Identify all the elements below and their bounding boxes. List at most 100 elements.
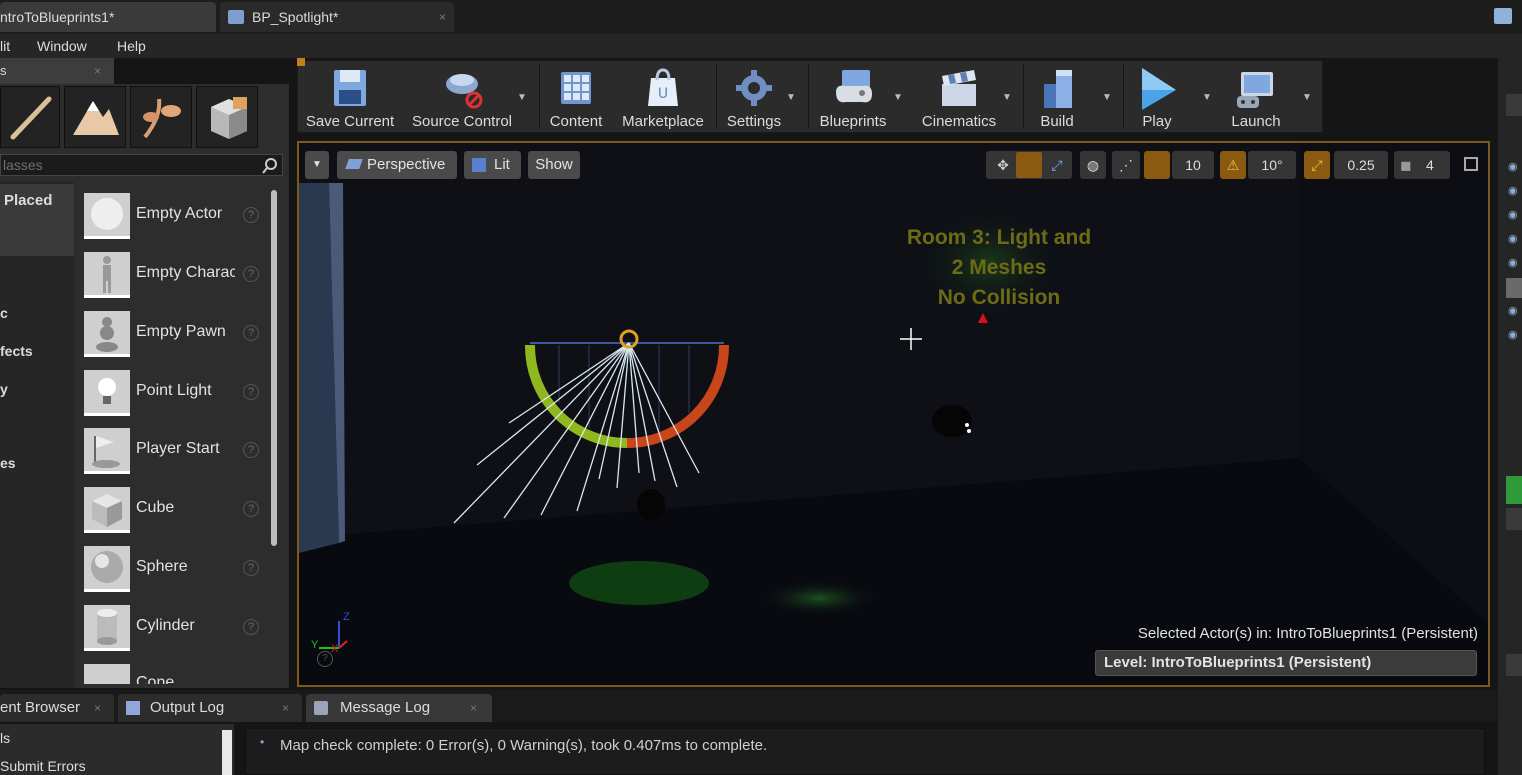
doc-tab-spotlight[interactable]: BP_Spotlight* × bbox=[220, 2, 454, 32]
cinematics-button[interactable]: Cinematics bbox=[916, 62, 1002, 132]
level-viewport[interactable]: Room 3: Light and 2 Meshes No Collision … bbox=[297, 141, 1490, 687]
build-button[interactable]: Build bbox=[1028, 62, 1086, 132]
grid-snap-value[interactable]: 10 bbox=[1172, 151, 1214, 179]
rotate-icon[interactable] bbox=[1016, 152, 1042, 178]
foliage-mode-button[interactable] bbox=[130, 86, 192, 148]
tab-message-log[interactable]: Message Log × bbox=[306, 694, 492, 722]
window-icon[interactable] bbox=[1494, 8, 1512, 24]
add-component-button[interactable] bbox=[1506, 476, 1522, 504]
transform-tools[interactable]: ✥ ⤢ bbox=[986, 151, 1072, 179]
play-button[interactable]: Play bbox=[1128, 62, 1186, 132]
menu-edit[interactable]: lit bbox=[0, 34, 10, 58]
eye-icon[interactable]: ◉ bbox=[1508, 256, 1518, 269]
eye-icon[interactable]: ◉ bbox=[1508, 328, 1518, 341]
details-search-input[interactable] bbox=[1506, 508, 1522, 530]
selected-row[interactable] bbox=[1506, 278, 1522, 298]
tab-output-log[interactable]: Output Log × bbox=[118, 694, 302, 722]
chevron-down-icon[interactable]: ▼ bbox=[1202, 92, 1212, 103]
chevron-down-icon[interactable]: ▼ bbox=[786, 92, 796, 103]
move-icon[interactable]: ✥ bbox=[990, 151, 1016, 179]
toolbar-separator bbox=[539, 64, 540, 128]
scale-icon[interactable]: ⤢ bbox=[1044, 151, 1070, 179]
content-button[interactable]: Content bbox=[544, 62, 608, 132]
save-current-button[interactable]: Save Current bbox=[302, 62, 398, 132]
camera-speed[interactable]: ◼ 4 bbox=[1394, 151, 1450, 179]
chevron-down-icon[interactable]: ▼ bbox=[517, 92, 527, 103]
button-label: Settings bbox=[726, 113, 782, 130]
category-all-classes[interactable]: es bbox=[0, 455, 16, 471]
outliner-search-input[interactable] bbox=[1506, 94, 1522, 116]
close-icon[interactable]: × bbox=[94, 58, 101, 84]
modes-tab[interactable]: s × bbox=[0, 58, 114, 84]
lit-button[interactable]: Lit bbox=[464, 151, 521, 179]
rotation-snap-value[interactable]: 10° bbox=[1248, 151, 1296, 179]
help-icon[interactable]: ? bbox=[243, 266, 259, 282]
blueprints-button[interactable]: Blueprints bbox=[812, 62, 894, 132]
list-item-label[interactable]: Cube bbox=[136, 499, 235, 517]
viewport-options-button[interactable]: ▼ bbox=[305, 151, 329, 179]
eye-icon[interactable]: ◉ bbox=[1508, 232, 1518, 245]
paint-mode-button[interactable] bbox=[0, 86, 60, 148]
marketplace-button[interactable]: U Marketplace bbox=[614, 62, 712, 132]
surface-snap-icon[interactable]: ⋰ bbox=[1112, 151, 1140, 179]
help-icon[interactable]: ? bbox=[243, 442, 259, 458]
eye-icon[interactable]: ◉ bbox=[1508, 208, 1518, 221]
list-item-label[interactable]: Cylinder bbox=[136, 617, 235, 635]
list-item-label[interactable]: Empty Charac bbox=[136, 264, 235, 282]
log-scrollbar[interactable] bbox=[222, 730, 232, 775]
help-icon[interactable]: ? bbox=[243, 501, 259, 517]
log-category-item[interactable]: ls bbox=[0, 730, 10, 746]
list-item-label[interactable]: Point Light bbox=[136, 382, 235, 400]
show-button[interactable]: Show bbox=[528, 151, 580, 179]
class-search-input[interactable]: lasses bbox=[0, 154, 283, 176]
chevron-down-icon[interactable]: ▼ bbox=[1302, 92, 1312, 103]
help-icon[interactable]: ? bbox=[243, 619, 259, 635]
category-basic[interactable]: c bbox=[0, 305, 8, 321]
help-icon[interactable]: ? bbox=[243, 325, 259, 341]
scale-snap-icon[interactable]: ⤢ bbox=[1304, 151, 1330, 179]
landscape-mode-button[interactable] bbox=[64, 86, 126, 148]
menu-window[interactable]: Window bbox=[37, 34, 87, 58]
perspective-button[interactable]: Perspective bbox=[337, 151, 457, 179]
eye-icon[interactable]: ◉ bbox=[1508, 304, 1518, 317]
details-search-input-2[interactable] bbox=[1506, 654, 1522, 676]
help-icon[interactable]: ? bbox=[243, 207, 259, 223]
clapperboard-icon bbox=[942, 70, 976, 106]
help-icon[interactable]: ? bbox=[317, 651, 333, 667]
tab-content-browser[interactable]: ent Browser × bbox=[0, 694, 114, 722]
close-icon[interactable]: × bbox=[94, 694, 101, 722]
menu-help[interactable]: Help bbox=[117, 34, 146, 58]
close-icon[interactable]: × bbox=[470, 694, 477, 722]
scale-snap-value[interactable]: 0.25 bbox=[1334, 151, 1388, 179]
list-item-label[interactable]: Empty Actor bbox=[136, 205, 235, 223]
help-icon[interactable]: ? bbox=[243, 560, 259, 576]
list-item-label[interactable]: Empty Pawn bbox=[136, 323, 235, 341]
source-control-button[interactable]: Source Control bbox=[406, 62, 518, 132]
eye-icon[interactable]: ◉ bbox=[1508, 184, 1518, 197]
output-log-icon bbox=[126, 701, 140, 715]
list-item-label[interactable]: Sphere bbox=[136, 558, 235, 576]
eye-icon[interactable]: ◉ bbox=[1508, 160, 1518, 173]
chevron-down-icon[interactable]: ▼ bbox=[893, 92, 903, 103]
world-icon[interactable]: ◍ bbox=[1080, 151, 1106, 179]
geometry-mode-button[interactable] bbox=[196, 86, 258, 148]
list-item-label[interactable]: Player Start bbox=[136, 440, 235, 458]
maximize-icon[interactable] bbox=[1464, 157, 1478, 171]
rotation-snap-icon[interactable]: ⚠ bbox=[1220, 151, 1246, 179]
category-geometry[interactable]: y bbox=[0, 381, 8, 397]
close-icon[interactable]: × bbox=[282, 694, 289, 722]
list-item-cone[interactable]: Cone bbox=[76, 662, 268, 684]
chevron-down-icon[interactable]: ▼ bbox=[1102, 92, 1112, 103]
close-icon[interactable]: × bbox=[439, 2, 446, 32]
log-category-item[interactable]: Submit Errors bbox=[0, 758, 86, 774]
chevron-down-icon[interactable]: ▼ bbox=[1002, 92, 1012, 103]
settings-button[interactable]: Settings bbox=[720, 62, 788, 132]
grid-snap-icon[interactable] bbox=[1144, 151, 1170, 179]
category-recently-placed[interactable]: Placed bbox=[0, 184, 74, 256]
category-visual-effects[interactable]: fects bbox=[0, 343, 33, 359]
cone-icon bbox=[84, 664, 130, 684]
launch-button[interactable]: Launch bbox=[1224, 62, 1288, 132]
list-scrollbar[interactable] bbox=[271, 190, 277, 546]
help-icon[interactable]: ? bbox=[243, 384, 259, 400]
doc-tab-intro[interactable]: ntroToBlueprints1* bbox=[0, 2, 216, 32]
